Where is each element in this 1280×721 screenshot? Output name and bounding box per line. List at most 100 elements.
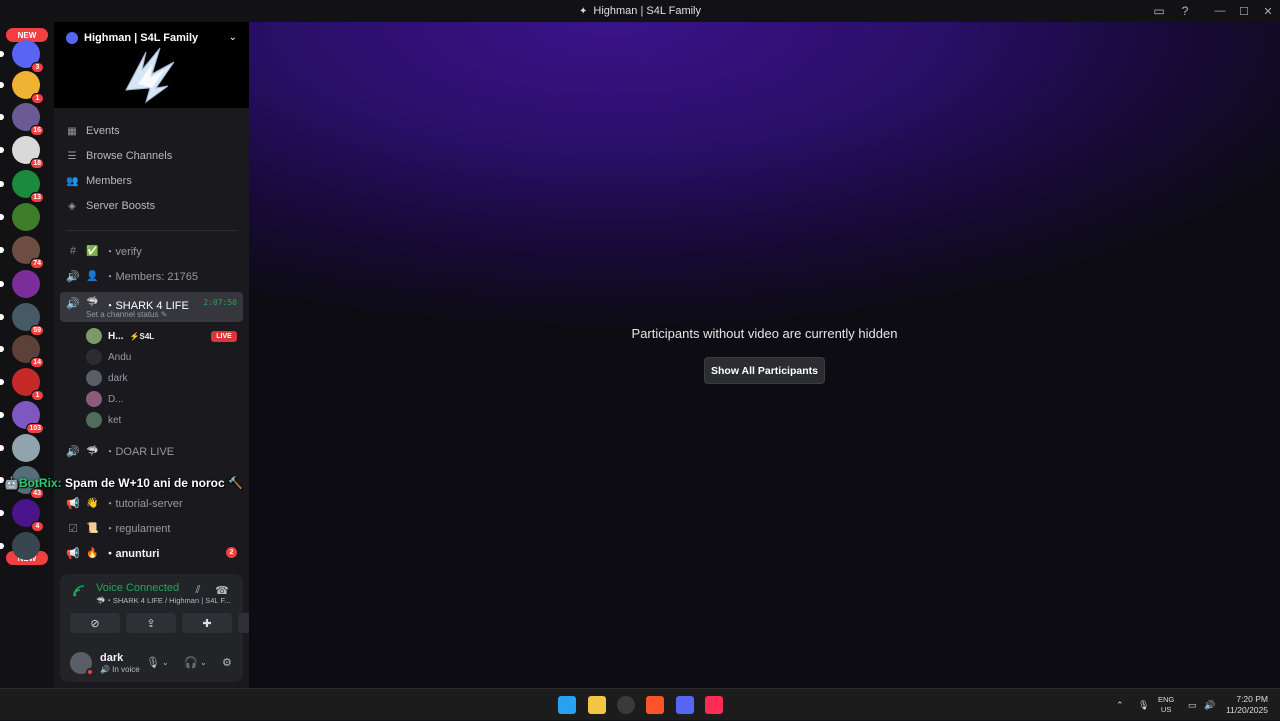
server-icon[interactable]: 103 [0, 401, 44, 434]
channel-label: ・anunturi [104, 548, 160, 560]
voice-connected-title[interactable]: Voice Connected [96, 582, 179, 594]
maximize-button[interactable]: ☐ [1232, 0, 1256, 22]
avatar [86, 328, 102, 344]
server-icon[interactable]: 4 [0, 499, 44, 532]
chevron-down-icon[interactable]: ⌄ [229, 32, 237, 43]
unread-pill [0, 247, 4, 253]
member-name: ket [108, 414, 122, 426]
channel-label: ・verify [104, 246, 142, 258]
overlay-bot-name: 🤖BotRix: [4, 476, 62, 490]
help-icon[interactable]: ? [1172, 0, 1198, 22]
server-icon[interactable] [0, 270, 40, 298]
stream-chat-overlay: 🤖BotRix: Spam de W+10 ani de noroc 🔨 [4, 476, 243, 490]
unread-pill [0, 314, 4, 320]
file-explorer-icon[interactable] [588, 696, 606, 714]
wave-emoji-icon: 👋 [86, 497, 99, 509]
voice-member[interactable]: Andu [86, 348, 131, 366]
boost-icon: ◈ [68, 200, 76, 212]
server-icon[interactable]: 14 [0, 335, 44, 368]
voice-member[interactable]: H... ⚡S4L [86, 327, 154, 345]
list-icon: ☰ [67, 150, 77, 162]
network-icon[interactable]: ▭ [1188, 689, 1197, 721]
noise-suppression-icon[interactable]: ⫽ [190, 584, 206, 600]
unread-badge: 2 [226, 547, 237, 558]
headphones-icon[interactable]: 🎧 [184, 656, 198, 669]
nav-label: Browse Channels [86, 150, 173, 162]
unread-pill [0, 379, 4, 385]
voice-stage: Participants without video are currently… [249, 22, 1280, 688]
server-icon[interactable]: 16 [0, 103, 44, 136]
disconnect-icon[interactable]: ☎ [214, 584, 230, 600]
voice-member[interactable]: D... [86, 390, 124, 408]
channel-shark-4-life[interactable]: 🔊 🦈 ・SHARK 4 LIFE 2:07:50 Set a channel … [60, 292, 243, 322]
channel-doar-live[interactable]: 🔊 🦈 ・DOAR LIVE [60, 440, 243, 462]
mention-badge: 14 [30, 357, 44, 368]
signal-icon[interactable] [72, 584, 88, 600]
set-channel-status-link[interactable]: Set a channel status ✎ [86, 310, 167, 319]
nav-browse-channels[interactable]: ☰ Browse Channels [66, 146, 173, 166]
audio-options-chevron-icon[interactable]: ⌄ [200, 658, 207, 667]
shark-emoji-icon: 🦈 [86, 297, 99, 308]
camera-off-button[interactable]: ⊘ [70, 613, 120, 633]
clock[interactable]: 7:20 PM 11/20/2025 [1226, 694, 1268, 716]
server-logo-icon: ✦ [579, 5, 588, 17]
mention-badge: 3 [31, 62, 44, 73]
activities-button[interactable]: ✚ [182, 613, 232, 633]
username[interactable]: dark [100, 652, 123, 664]
channel-verify[interactable]: # ✅ ・verify [60, 240, 243, 262]
discord-icon[interactable] [676, 696, 694, 714]
inbox-icon[interactable]: ▭ [1146, 0, 1172, 22]
fire-emoji-icon: 🔥 [86, 547, 99, 559]
server-icon[interactable]: 3 [0, 40, 44, 73]
voice-member[interactable]: dark [86, 369, 127, 387]
channel-members-count[interactable]: 🔊 👤 ・Members: 21765 [60, 265, 243, 287]
start-icon[interactable] [558, 696, 576, 714]
minimize-button[interactable]: — [1208, 0, 1232, 22]
server-icon[interactable]: 1 [0, 71, 44, 104]
server-icon[interactable]: 59 [0, 303, 44, 336]
volume-icon[interactable]: 🔊 [1204, 689, 1215, 721]
mention-badge: 13 [30, 192, 44, 203]
tray-mic-icon[interactable]: 🎙 [1138, 689, 1149, 721]
server-header[interactable]: Highman | S4L Family [66, 32, 198, 44]
user-status: 🔊 In voice [100, 665, 140, 674]
screen-share-button[interactable]: ⇪ [126, 613, 176, 633]
server-icon[interactable] [0, 203, 40, 231]
rules-icon: ☑ [68, 522, 78, 535]
avatar [86, 370, 102, 386]
nav-label: Members [86, 175, 132, 187]
server-icon[interactable]: 13 [0, 170, 44, 203]
microphone-icon[interactable]: 🎙 [146, 656, 160, 669]
nav-members[interactable]: 👥 Members [66, 171, 132, 191]
unread-pill [0, 214, 4, 220]
show-all-participants-button[interactable]: Show All Participants [704, 357, 825, 384]
server-icon[interactable]: 1 [0, 368, 44, 401]
sidebar-divider [66, 230, 237, 231]
tray-overflow-icon[interactable]: ⌃ [1116, 689, 1124, 721]
close-button[interactable]: ✕ [1256, 0, 1280, 22]
nav-events[interactable]: ▦ Events [66, 121, 119, 141]
obs-icon[interactable] [617, 696, 635, 714]
tiktok-icon[interactable] [705, 696, 723, 714]
mention-badge: 59 [30, 325, 44, 336]
server-banner[interactable]: Highman | S4L Family ⌄ [54, 22, 249, 108]
language-indicator[interactable]: ENG US [1158, 695, 1174, 715]
server-icon[interactable] [0, 434, 40, 462]
voice-member[interactable]: ket [86, 411, 121, 429]
unread-pill [0, 114, 4, 120]
gear-icon[interactable]: ⚙ [222, 656, 232, 669]
unread-pill [0, 445, 4, 451]
unread-pill [0, 281, 4, 287]
channel-regulament[interactable]: ☑ 📜 ・regulament [60, 517, 243, 539]
server-icon[interactable]: 74 [0, 236, 44, 269]
channel-tutorial-server[interactable]: 📢 👋 ・tutorial-server [60, 492, 243, 514]
server-icon[interactable] [0, 532, 40, 560]
mic-options-chevron-icon[interactable]: ⌄ [162, 658, 169, 667]
brave-icon[interactable] [646, 696, 664, 714]
server-list: NEW NEW 311618137459141103434 [0, 22, 54, 688]
voice-channel-path[interactable]: 🦈・SHARK 4 LIFE / Highman | S4L F... [96, 595, 230, 606]
nav-server-boosts[interactable]: ◈ Server Boosts [66, 196, 155, 216]
channel-anunturi[interactable]: 📢 🔥 ・anunturi 2 [60, 542, 243, 564]
avatar[interactable] [70, 652, 94, 676]
server-icon[interactable]: 18 [0, 136, 44, 169]
